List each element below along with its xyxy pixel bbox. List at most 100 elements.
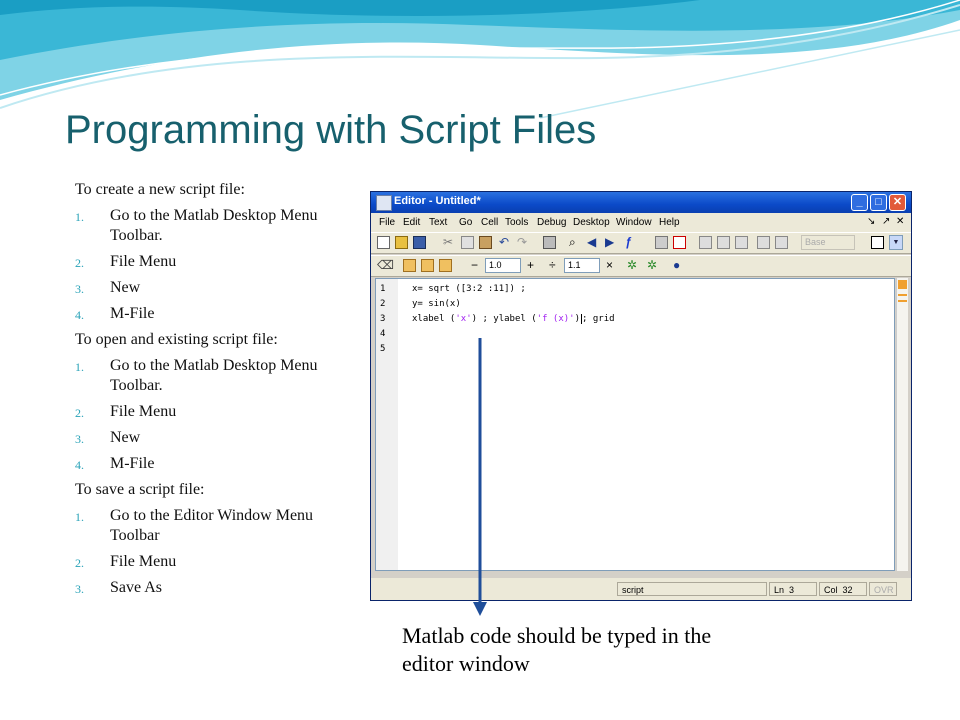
- list-item-text: M-File: [110, 455, 155, 472]
- function-icon[interactable]: ƒ: [625, 235, 632, 249]
- warning-line-marker[interactable]: [898, 300, 907, 302]
- menu-tools[interactable]: Tools: [505, 217, 528, 228]
- editor-vertical-scrollbar[interactable]: [896, 278, 908, 571]
- cut-icon[interactable]: ✂: [443, 235, 453, 249]
- cell-publish-icon[interactable]: ✲: [647, 258, 657, 272]
- list-item-text: File Menu: [110, 403, 177, 420]
- code-token: xlabel (: [412, 314, 456, 324]
- open-folder-icon[interactable]: [395, 236, 408, 249]
- cell-mode-icon[interactable]: ✲: [627, 258, 637, 272]
- menu-desktop[interactable]: Desktop: [573, 217, 610, 228]
- find-icon[interactable]: ⌕: [569, 235, 576, 249]
- editor-toolbar-main: ✂ ↶ ↷ ⌕ ◀ ▶ ƒ Base ▼: [371, 232, 911, 254]
- code-editor-area[interactable]: 1 2 3 4 5 x= sqrt ([3:2 :11]) ; y= sin(x…: [375, 278, 895, 571]
- slide-caption: Matlab code should be typed in the edito…: [402, 623, 712, 676]
- list-number: 1.: [75, 360, 84, 374]
- warning-marker-icon[interactable]: [898, 280, 907, 289]
- layout-icon[interactable]: [871, 236, 884, 249]
- breakpoint-icon[interactable]: [655, 236, 668, 249]
- step-in-icon[interactable]: [717, 236, 730, 249]
- dock-arrow-icon[interactable]: ↘: [867, 216, 875, 227]
- editor-status-bar: script Ln 3 Col 32 OVR: [371, 578, 911, 600]
- eval-advance-icon[interactable]: [439, 259, 452, 272]
- insert-cell-icon[interactable]: [403, 259, 416, 272]
- maximize-button[interactable]: □: [870, 194, 887, 211]
- menu-go[interactable]: Go: [459, 217, 472, 228]
- list-number: 3.: [75, 582, 84, 596]
- minimize-button[interactable]: _: [851, 194, 868, 211]
- section-header-create: To create a new script file:: [75, 181, 245, 198]
- help-icon[interactable]: ●: [673, 258, 680, 272]
- list-item-text: File Menu: [110, 253, 177, 270]
- matlab-editor-window: Editor - Untitled* _ □ ✕ File Edit Text …: [370, 191, 912, 601]
- cell-step-input-1[interactable]: 1.0: [485, 258, 521, 273]
- decrement-icon[interactable]: −: [471, 258, 478, 272]
- list-item: 3. New: [75, 278, 360, 298]
- print-icon[interactable]: [543, 236, 556, 249]
- status-line-value: 3: [789, 585, 795, 595]
- copy-icon[interactable]: [461, 236, 474, 249]
- menu-debug[interactable]: Debug: [537, 217, 566, 228]
- list-item-text: Go to the Editor Window Menu Toolbar: [110, 507, 314, 544]
- list-item: 1. Go to the Matlab Desktop Menu Toolbar.: [75, 206, 360, 246]
- list-item: 3. New: [75, 428, 360, 448]
- list-item-text: M-File: [110, 305, 155, 322]
- list-number: 3.: [75, 282, 84, 296]
- editor-app-icon: [376, 195, 392, 211]
- editor-menu-bar: File Edit Text Go Cell Tools Debug Deskt…: [371, 213, 911, 232]
- redo-icon[interactable]: ↷: [517, 235, 527, 249]
- multiply-icon[interactable]: ×: [606, 258, 613, 272]
- menu-window[interactable]: Window: [616, 217, 652, 228]
- code-line: x= sqrt ([3:2 :11]) ;: [412, 284, 526, 294]
- status-col-value: 32: [842, 585, 853, 595]
- line-number: 2: [380, 299, 386, 309]
- menu-edit[interactable]: Edit: [403, 217, 420, 228]
- eval-cell-icon[interactable]: [421, 259, 434, 272]
- menu-text[interactable]: Text: [429, 217, 447, 228]
- back-arrow-icon[interactable]: ◀: [587, 235, 596, 249]
- step-out-icon[interactable]: [735, 236, 748, 249]
- list-number: 1.: [75, 510, 84, 524]
- menu-file[interactable]: File: [379, 217, 395, 228]
- cell-step-input-2[interactable]: 1.1: [564, 258, 600, 273]
- forward-arrow-icon[interactable]: ▶: [605, 235, 614, 249]
- section-header-save: To save a script file:: [75, 481, 205, 498]
- undo-icon[interactable]: ↶: [499, 235, 509, 249]
- list-item-text: Go to the Matlab Desktop Menu Toolbar.: [110, 357, 318, 394]
- exit-debug-icon[interactable]: [775, 236, 788, 249]
- layout-dropdown-arrow-icon[interactable]: ▼: [889, 235, 903, 250]
- list-item: 2. File Menu: [75, 402, 360, 422]
- status-ovr: OVR: [869, 582, 897, 596]
- new-file-icon[interactable]: [377, 236, 390, 249]
- status-line: Ln 3: [769, 582, 817, 596]
- paste-icon[interactable]: [479, 236, 492, 249]
- line-number-gutter: 1 2 3 4 5: [376, 279, 398, 570]
- status-mode: script: [617, 582, 767, 596]
- status-line-label: Ln: [774, 585, 785, 595]
- code-string: 'x': [455, 314, 472, 324]
- list-item: 1. Go to the Matlab Desktop Menu Toolbar.: [75, 356, 360, 396]
- list-number: 3.: [75, 432, 84, 446]
- list-item-text: New: [110, 429, 141, 446]
- instruction-list: To create a new script file: 1. Go to the…: [75, 180, 360, 604]
- divide-icon[interactable]: ÷: [549, 258, 556, 272]
- list-item-text: Save As: [110, 579, 162, 596]
- eraser-icon[interactable]: ⌫: [377, 258, 394, 272]
- menu-help[interactable]: Help: [659, 217, 680, 228]
- undock-arrow-icon[interactable]: ↗: [882, 216, 890, 227]
- clear-breakpoints-icon[interactable]: [673, 236, 686, 249]
- section-header-open: To open and existing script file:: [75, 331, 278, 348]
- stack-select[interactable]: Base: [801, 235, 855, 250]
- increment-icon[interactable]: +: [527, 258, 534, 272]
- close-button[interactable]: ✕: [889, 194, 906, 211]
- continue-icon[interactable]: [757, 236, 770, 249]
- list-item: 1. Go to the Editor Window Menu Toolbar: [75, 506, 360, 546]
- code-token: ) ; ylabel (: [471, 314, 537, 324]
- line-number: 5: [380, 344, 386, 354]
- menu-cell[interactable]: Cell: [481, 217, 498, 228]
- list-item-text: File Menu: [110, 553, 177, 570]
- warning-line-marker[interactable]: [898, 294, 907, 296]
- close-doc-icon[interactable]: ✕: [896, 216, 904, 227]
- save-icon[interactable]: [413, 236, 426, 249]
- step-icon[interactable]: [699, 236, 712, 249]
